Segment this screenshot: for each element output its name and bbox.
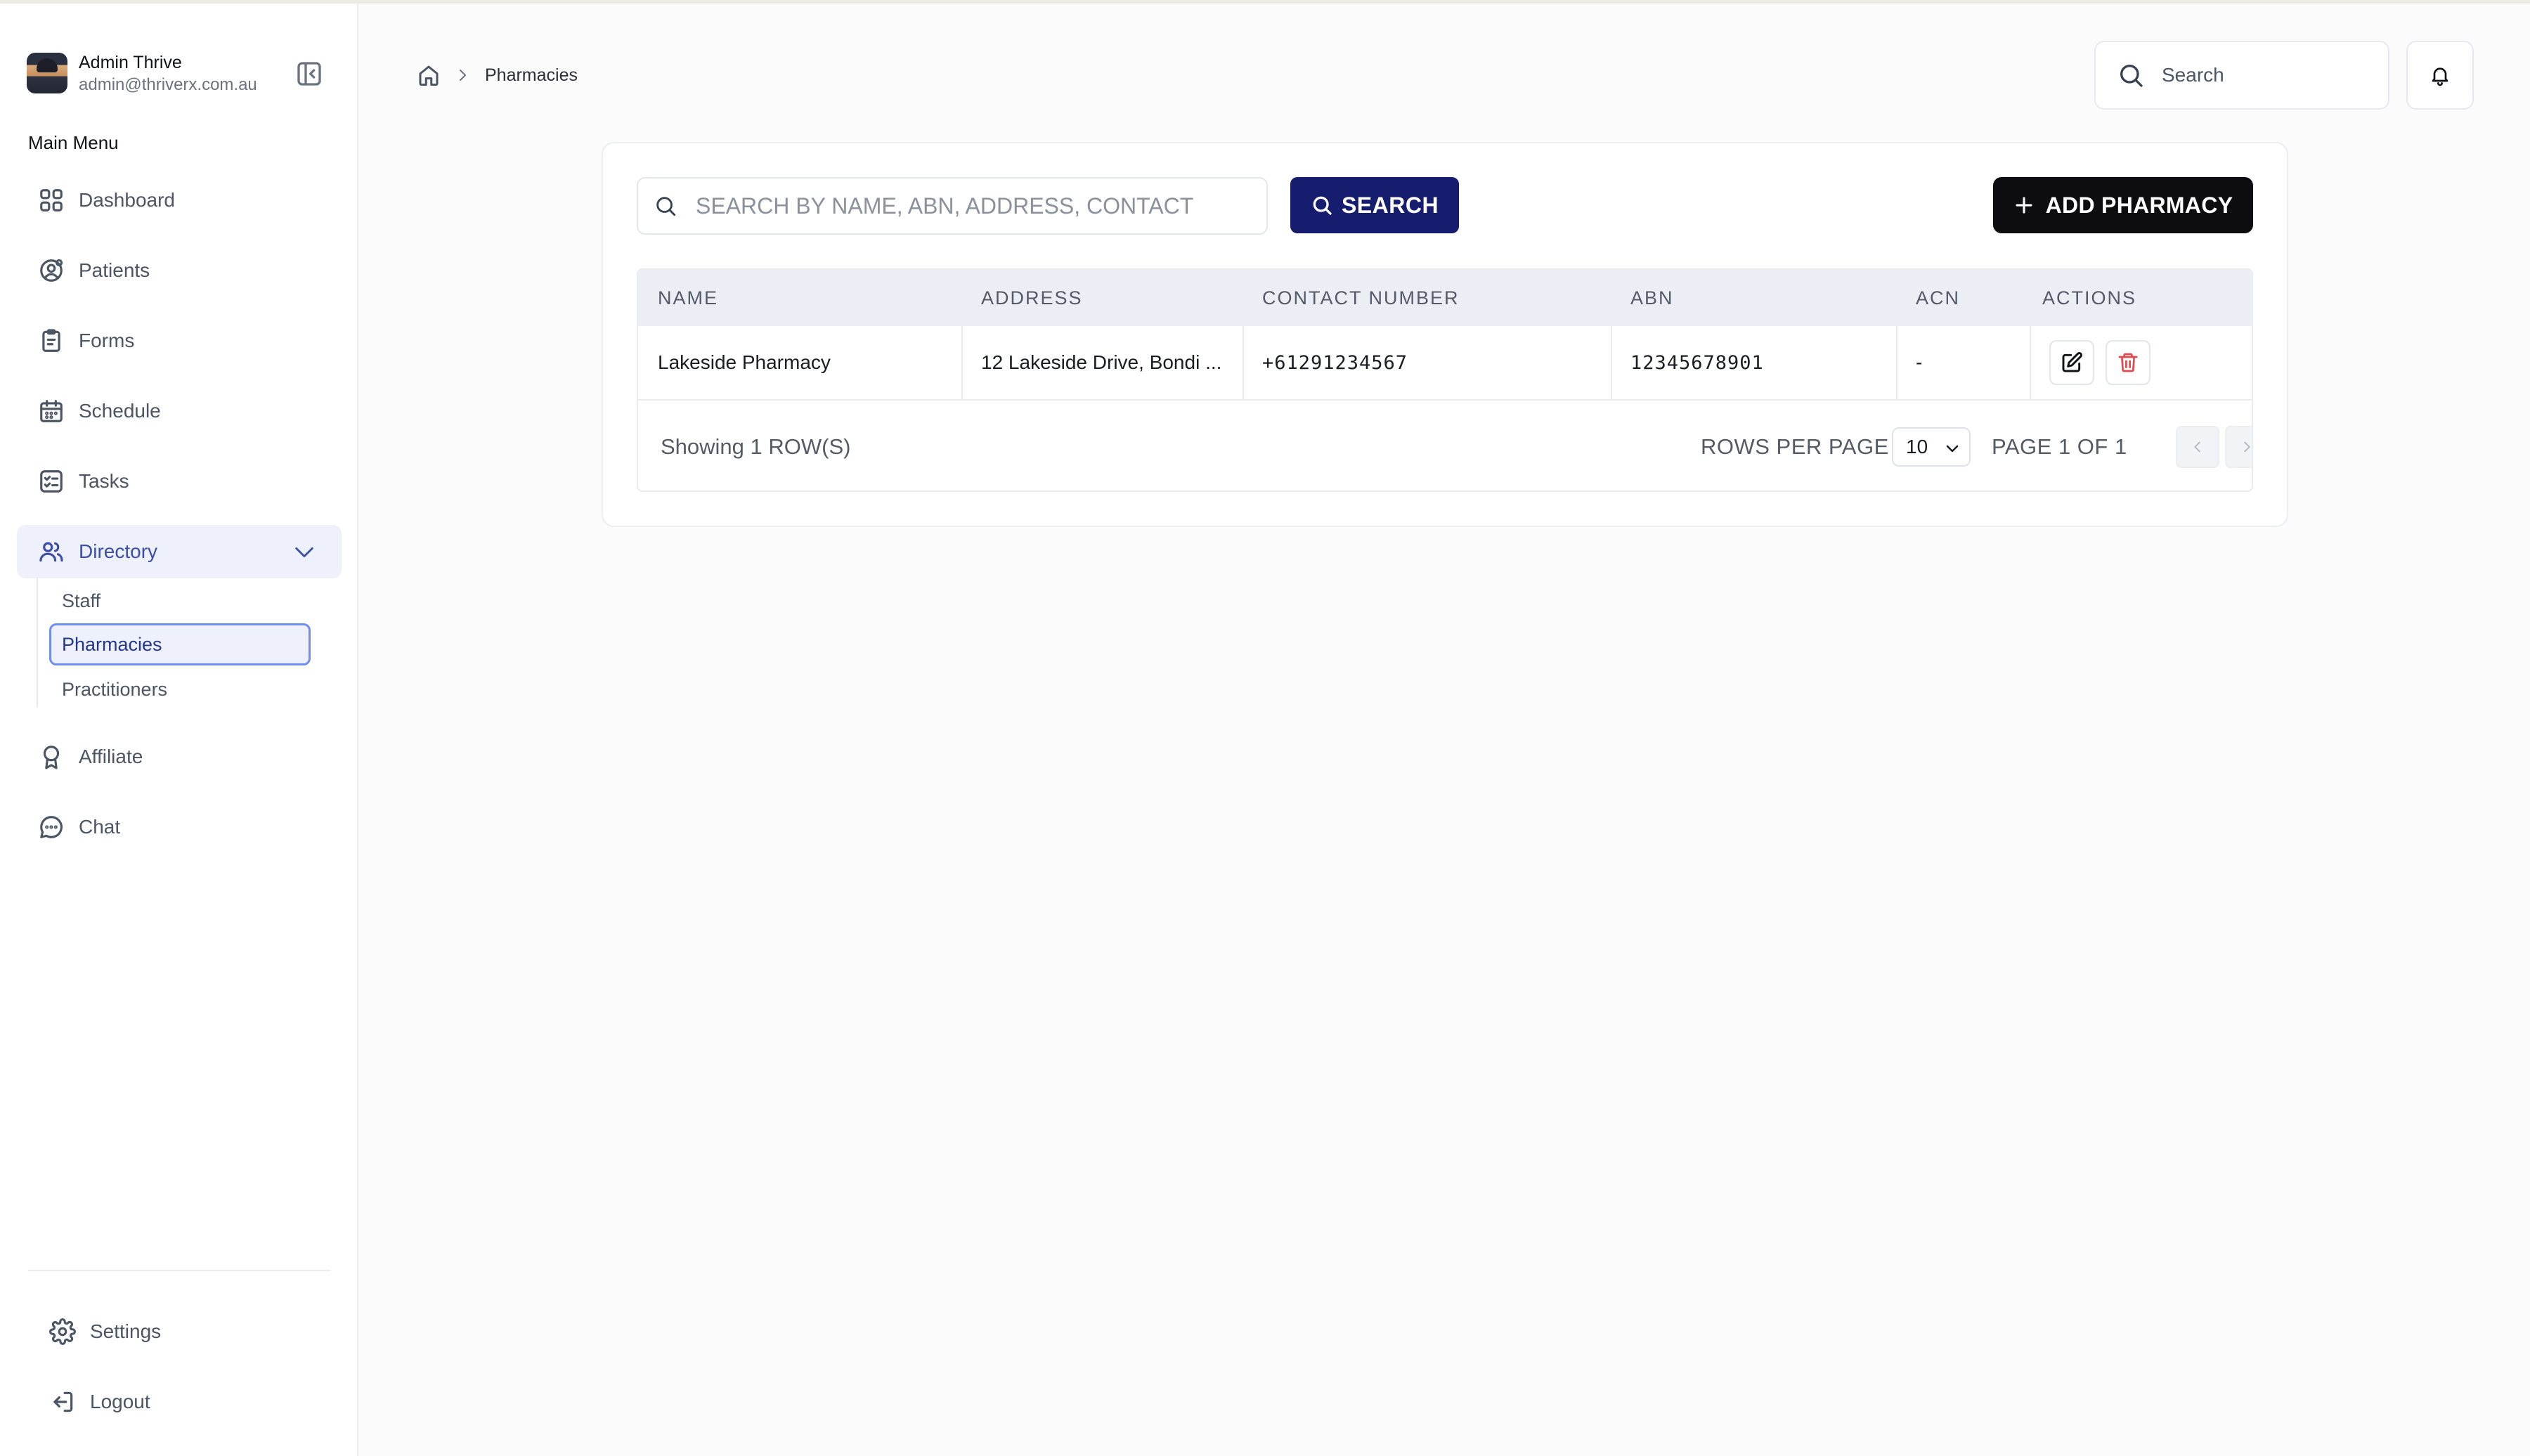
sidebar-item-logout[interactable]: Logout xyxy=(28,1375,330,1429)
column-header-contact[interactable]: CONTACT NUMBER xyxy=(1262,270,1460,326)
add-pharmacy-label: ADD PHARMACY xyxy=(2045,192,2233,218)
chevron-left-icon xyxy=(2190,439,2205,455)
calendar-icon xyxy=(38,398,65,424)
pharmacy-search-input[interactable] xyxy=(696,193,1244,219)
sidebar-subitem-staff[interactable]: Staff xyxy=(49,580,311,622)
row-count-text: Showing 1 ROW(S) xyxy=(661,434,851,459)
sidebar-item-patients[interactable]: Patients xyxy=(17,244,342,297)
bell-icon xyxy=(2429,64,2451,86)
cell-contact: +61291234567 xyxy=(1262,351,1408,374)
sidebar-item-label: Dashboard xyxy=(79,189,175,211)
column-header-address[interactable]: ADDRESS xyxy=(981,270,1083,326)
column-header-name[interactable]: NAME xyxy=(658,270,718,326)
global-search-input[interactable]: Search xyxy=(2094,41,2389,110)
global-search-placeholder: Search xyxy=(2162,64,2224,86)
column-divider xyxy=(1243,326,1244,399)
rows-per-page-select[interactable]: 10 xyxy=(1892,427,1971,467)
search-icon xyxy=(2117,61,2145,89)
sidebar-item-forms[interactable]: Forms xyxy=(17,314,342,368)
award-icon xyxy=(38,743,65,770)
chevron-right-icon xyxy=(454,67,471,84)
user-profile[interactable]: Admin Thrive admin@thriverx.com.au xyxy=(27,50,329,95)
column-header-abn[interactable]: ABN xyxy=(1630,270,1674,326)
column-divider xyxy=(1611,326,1612,399)
home-icon[interactable] xyxy=(416,63,441,88)
users-icon xyxy=(38,538,65,565)
sidebar-item-settings[interactable]: Settings xyxy=(28,1305,330,1358)
sidebar-item-label: Logout xyxy=(90,1391,150,1412)
sidebar-item-chat[interactable]: Chat xyxy=(17,800,342,854)
sidebar-item-schedule[interactable]: Schedule xyxy=(17,384,342,438)
sidebar-subitem-practitioners[interactable]: Practitioners xyxy=(49,668,311,710)
next-page-button[interactable] xyxy=(2225,426,2252,468)
sidebar-subitem-pharmacies[interactable]: Pharmacies xyxy=(49,623,311,665)
notifications-button[interactable] xyxy=(2406,41,2474,110)
cell-abn: 12345678901 xyxy=(1630,351,1764,374)
sidebar-item-label: Affiliate xyxy=(79,746,143,767)
trash-icon xyxy=(2117,351,2139,374)
column-header-acn[interactable]: ACN xyxy=(1916,270,1960,326)
add-pharmacy-button[interactable]: ADD PHARMACY xyxy=(1993,177,2253,233)
pharmacy-search-field[interactable] xyxy=(637,177,1268,235)
chevron-down-icon xyxy=(1944,440,1961,457)
avatar xyxy=(27,53,67,93)
search-icon xyxy=(1311,194,1333,216)
table-header: NAME ADDRESS CONTACT NUMBER ABN ACN ACTI… xyxy=(638,270,2252,326)
sidebar-item-dashboard[interactable]: Dashboard xyxy=(17,174,342,227)
table-footer: Showing 1 ROW(S) ROWS PER PAGE 10 PAGE 1… xyxy=(638,401,2252,490)
column-divider xyxy=(2030,326,2031,399)
chevron-down-icon xyxy=(292,540,316,564)
cell-acn: - xyxy=(1916,351,1923,373)
edit-icon xyxy=(2061,351,2083,374)
sidebar-item-label: Settings xyxy=(90,1320,162,1342)
main-menu-heading: Main Menu xyxy=(28,132,119,153)
column-divider xyxy=(961,326,963,399)
directory-subnav-line xyxy=(37,577,38,708)
sidebar: Admin Thrive admin@thriverx.com.au Main … xyxy=(0,4,358,1456)
rows-per-page-value: 10 xyxy=(1906,436,1928,457)
chat-bubble-icon xyxy=(38,814,65,840)
previous-page-button[interactable] xyxy=(2176,426,2219,468)
sidebar-item-label: Patients xyxy=(79,259,150,281)
checklist-icon xyxy=(38,468,65,495)
delete-button[interactable] xyxy=(2106,340,2150,385)
cell-address: 12 Lakeside Drive, Bondi ... xyxy=(981,351,1222,373)
edit-button[interactable] xyxy=(2049,340,2094,385)
page-info: PAGE 1 OF 1 xyxy=(1992,434,2127,459)
pharmacies-table: NAME ADDRESS CONTACT NUMBER ABN ACN ACTI… xyxy=(637,268,2253,492)
dashboard-grid-icon xyxy=(38,187,65,214)
sidebar-item-tasks[interactable]: Tasks xyxy=(17,455,342,508)
breadcrumb-current: Pharmacies xyxy=(485,65,578,85)
sidebar-divider xyxy=(28,1270,330,1271)
table-row[interactable]: Lakeside Pharmacy 12 Lakeside Drive, Bon… xyxy=(638,326,2252,401)
sidebar-item-label: Directory xyxy=(79,540,158,562)
search-button[interactable]: SEARCH xyxy=(1290,177,1459,233)
user-name: Admin Thrive xyxy=(79,53,182,72)
sidebar-item-directory[interactable]: Directory xyxy=(17,525,342,578)
clipboard-icon xyxy=(38,327,65,354)
user-email: admin@thriverx.com.au xyxy=(79,75,257,94)
sidebar-item-label: Schedule xyxy=(79,400,161,422)
column-header-actions: ACTIONS xyxy=(2042,287,2137,308)
sidebar-item-label: Chat xyxy=(79,816,121,838)
search-button-label: SEARCH xyxy=(1341,192,1439,218)
column-divider xyxy=(1896,326,1897,399)
plus-icon xyxy=(2013,195,2035,216)
sidebar-collapse-icon[interactable] xyxy=(295,60,323,88)
user-circle-icon xyxy=(38,257,65,284)
sidebar-item-label: Tasks xyxy=(79,470,129,492)
sidebar-item-affiliate[interactable]: Affiliate xyxy=(17,730,342,784)
cell-name: Lakeside Pharmacy xyxy=(658,351,831,373)
rows-per-page-label: ROWS PER PAGE xyxy=(1701,434,1889,459)
chevron-right-icon xyxy=(2239,439,2252,455)
gear-icon xyxy=(49,1318,76,1345)
sidebar-item-label: Forms xyxy=(79,330,135,351)
pharmacies-card: SEARCH ADD PHARMACY NAME ADDRESS CONTACT… xyxy=(602,142,2288,527)
search-icon xyxy=(654,194,677,218)
breadcrumb: Pharmacies xyxy=(416,63,578,88)
logout-icon xyxy=(49,1389,76,1415)
